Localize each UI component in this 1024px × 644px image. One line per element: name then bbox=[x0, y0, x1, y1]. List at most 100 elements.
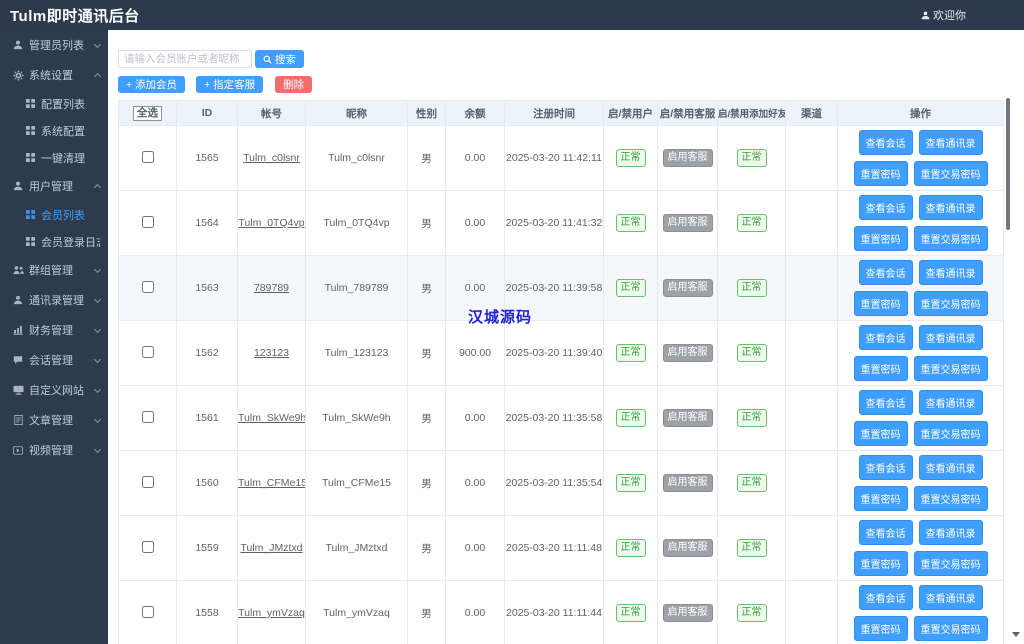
scrollbar-down-arrow[interactable] bbox=[1012, 632, 1020, 641]
user-status-badge[interactable]: 正常 bbox=[615, 344, 646, 362]
sidebar-item[interactable]: 管理员列表 bbox=[0, 30, 108, 60]
action-button[interactable]: 重置密码 bbox=[853, 421, 908, 446]
action-button[interactable]: 重置密码 bbox=[853, 226, 908, 251]
user-status-badge[interactable]: 正常 bbox=[615, 279, 646, 297]
row-checkbox[interactable] bbox=[141, 345, 154, 358]
sidebar-item[interactable]: 用户管理 bbox=[0, 171, 108, 201]
search-button[interactable]: 搜索 bbox=[255, 50, 304, 68]
action-button[interactable]: 查看会话 bbox=[858, 455, 913, 480]
row-checkbox[interactable] bbox=[141, 605, 154, 618]
sidebar-item[interactable]: 视频管理 bbox=[0, 435, 108, 465]
scrollbar-thumb[interactable] bbox=[1006, 98, 1010, 230]
action-button[interactable]: 查看通讯录 bbox=[918, 325, 983, 350]
user-status-badge[interactable]: 正常 bbox=[615, 539, 646, 557]
account-link[interactable]: 789789 bbox=[254, 282, 289, 294]
cell-channel bbox=[785, 320, 838, 386]
action-button[interactable]: 重置密码 bbox=[853, 291, 908, 316]
sidebar-item[interactable]: 财务管理 bbox=[0, 315, 108, 345]
action-button[interactable]: 重置交易密码 bbox=[913, 421, 988, 446]
row-checkbox[interactable] bbox=[141, 280, 154, 293]
cell-nickname: Tulm_123123 bbox=[305, 320, 408, 386]
sidebar-item[interactable]: 文章管理 bbox=[0, 405, 108, 435]
row-checkbox[interactable] bbox=[141, 540, 154, 553]
row-checkbox[interactable] bbox=[141, 215, 154, 228]
sidebar-item[interactable]: 系统设置 bbox=[0, 60, 108, 90]
service-status-badge[interactable]: 启用客服 bbox=[662, 149, 713, 167]
sidebar-item[interactable]: 会话管理 bbox=[0, 345, 108, 375]
action-button[interactable]: 查看通讯录 bbox=[918, 195, 983, 220]
assign-service-button[interactable]: + 指定客服 bbox=[196, 76, 264, 93]
action-button[interactable]: 查看会话 bbox=[858, 390, 913, 415]
action-button[interactable]: 重置密码 bbox=[853, 486, 908, 511]
friend-status-badge[interactable]: 正常 bbox=[736, 279, 767, 297]
action-button[interactable]: 查看通讯录 bbox=[918, 390, 983, 415]
friend-status-badge[interactable]: 正常 bbox=[736, 474, 767, 492]
action-button[interactable]: 重置交易密码 bbox=[913, 551, 988, 576]
search-input[interactable] bbox=[118, 50, 252, 68]
action-button[interactable]: 查看会话 bbox=[858, 585, 913, 610]
friend-status-badge[interactable]: 正常 bbox=[736, 604, 767, 622]
action-button[interactable]: 查看通讯录 bbox=[918, 455, 983, 480]
user-status-badge[interactable]: 正常 bbox=[615, 474, 646, 492]
account-link[interactable]: Tulm_0TQ4vp bbox=[239, 217, 305, 229]
action-button[interactable]: 重置密码 bbox=[853, 356, 908, 381]
action-button[interactable]: 重置交易密码 bbox=[913, 356, 988, 381]
action-button[interactable]: 查看会话 bbox=[858, 520, 913, 545]
action-button[interactable]: 查看会话 bbox=[858, 195, 913, 220]
action-button[interactable]: 重置密码 bbox=[853, 551, 908, 576]
service-status-badge[interactable]: 启用客服 bbox=[662, 344, 713, 362]
sidebar-item[interactable]: 配置列表 bbox=[0, 90, 108, 117]
action-button[interactable]: 重置交易密码 bbox=[913, 161, 988, 186]
action-button[interactable]: 重置密码 bbox=[853, 616, 908, 641]
row-checkbox[interactable] bbox=[141, 150, 154, 163]
service-status-badge[interactable]: 启用客服 bbox=[662, 474, 713, 492]
sidebar-item[interactable]: 自定义网站 bbox=[0, 375, 108, 405]
action-button[interactable]: 重置交易密码 bbox=[913, 486, 988, 511]
service-status-badge[interactable]: 启用客服 bbox=[662, 409, 713, 427]
sidebar-item[interactable]: 系统配置 bbox=[0, 117, 108, 144]
service-status-badge[interactable]: 启用客服 bbox=[662, 279, 713, 297]
sidebar-item[interactable]: 会员列表 bbox=[0, 201, 108, 228]
cell-regtime: 2025-03-20 11:39:40 bbox=[504, 320, 604, 386]
service-status-badge[interactable]: 启用客服 bbox=[662, 539, 713, 557]
friend-status-badge[interactable]: 正常 bbox=[736, 214, 767, 232]
select-all-label[interactable]: 全选 bbox=[133, 105, 162, 121]
account-link[interactable]: Tulm_CFMe15 bbox=[239, 477, 305, 489]
action-button[interactable]: 查看通讯录 bbox=[918, 130, 983, 155]
sidebar-item[interactable]: 会员登录日志 bbox=[0, 228, 108, 255]
account-link[interactable]: Tulm_SkWe9h bbox=[239, 412, 305, 424]
action-button[interactable]: 查看通讯录 bbox=[918, 260, 983, 285]
service-status-badge[interactable]: 启用客服 bbox=[662, 214, 713, 232]
row-checkbox[interactable] bbox=[141, 410, 154, 423]
welcome-menu[interactable]: 欢迎你 bbox=[921, 7, 966, 23]
friend-status-badge[interactable]: 正常 bbox=[736, 149, 767, 167]
action-button[interactable]: 重置密码 bbox=[853, 161, 908, 186]
action-button[interactable]: 查看会话 bbox=[858, 130, 913, 155]
account-link[interactable]: Tulm_c0lsnr bbox=[243, 152, 300, 164]
user-status-badge[interactable]: 正常 bbox=[615, 409, 646, 427]
friend-status-badge[interactable]: 正常 bbox=[736, 409, 767, 427]
action-button[interactable]: 重置交易密码 bbox=[913, 616, 988, 641]
user-status-badge[interactable]: 正常 bbox=[615, 214, 646, 232]
action-button[interactable]: 查看通讯录 bbox=[918, 520, 983, 545]
account-link[interactable]: 123123 bbox=[254, 347, 289, 359]
sidebar-item[interactable]: 群组管理 bbox=[0, 255, 108, 285]
sidebar-item[interactable]: 通讯录管理 bbox=[0, 285, 108, 315]
user-status-badge[interactable]: 正常 bbox=[615, 604, 646, 622]
action-button[interactable]: 重置交易密码 bbox=[913, 291, 988, 316]
account-link[interactable]: Tulm_JMztxd bbox=[240, 542, 302, 554]
action-button[interactable]: 查看会话 bbox=[858, 260, 913, 285]
sidebar-item[interactable]: 一键清理 bbox=[0, 144, 108, 171]
action-button[interactable]: 查看通讯录 bbox=[918, 585, 983, 610]
add-member-button[interactable]: + 添加会员 bbox=[118, 76, 186, 93]
action-button[interactable]: 查看会话 bbox=[858, 325, 913, 350]
account-link[interactable]: Tulm_ymVzaq bbox=[239, 607, 305, 619]
cell-id: 1563 bbox=[176, 255, 238, 321]
service-status-badge[interactable]: 启用客服 bbox=[662, 604, 713, 622]
row-checkbox[interactable] bbox=[141, 475, 154, 488]
friend-status-badge[interactable]: 正常 bbox=[736, 344, 767, 362]
action-button[interactable]: 重置交易密码 bbox=[913, 226, 988, 251]
user-status-badge[interactable]: 正常 bbox=[615, 149, 646, 167]
friend-status-badge[interactable]: 正常 bbox=[736, 539, 767, 557]
delete-button[interactable]: 删除 bbox=[275, 76, 313, 93]
